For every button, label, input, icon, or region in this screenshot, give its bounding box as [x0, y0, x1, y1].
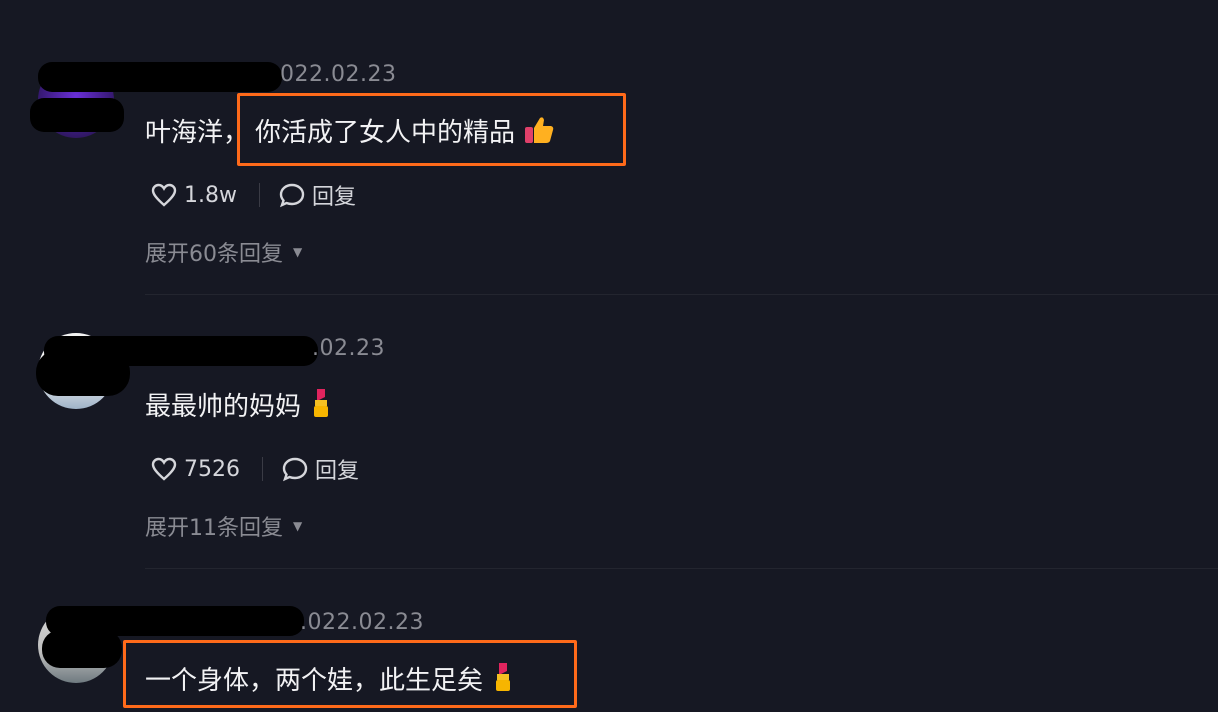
redacted-avatar-cover	[42, 630, 122, 668]
highlight-box	[123, 640, 577, 708]
comment-date: .022.02.23	[300, 610, 424, 635]
comment-item: .022.02.23 一个身体，两个娃，此生足矣	[0, 0, 1218, 712]
